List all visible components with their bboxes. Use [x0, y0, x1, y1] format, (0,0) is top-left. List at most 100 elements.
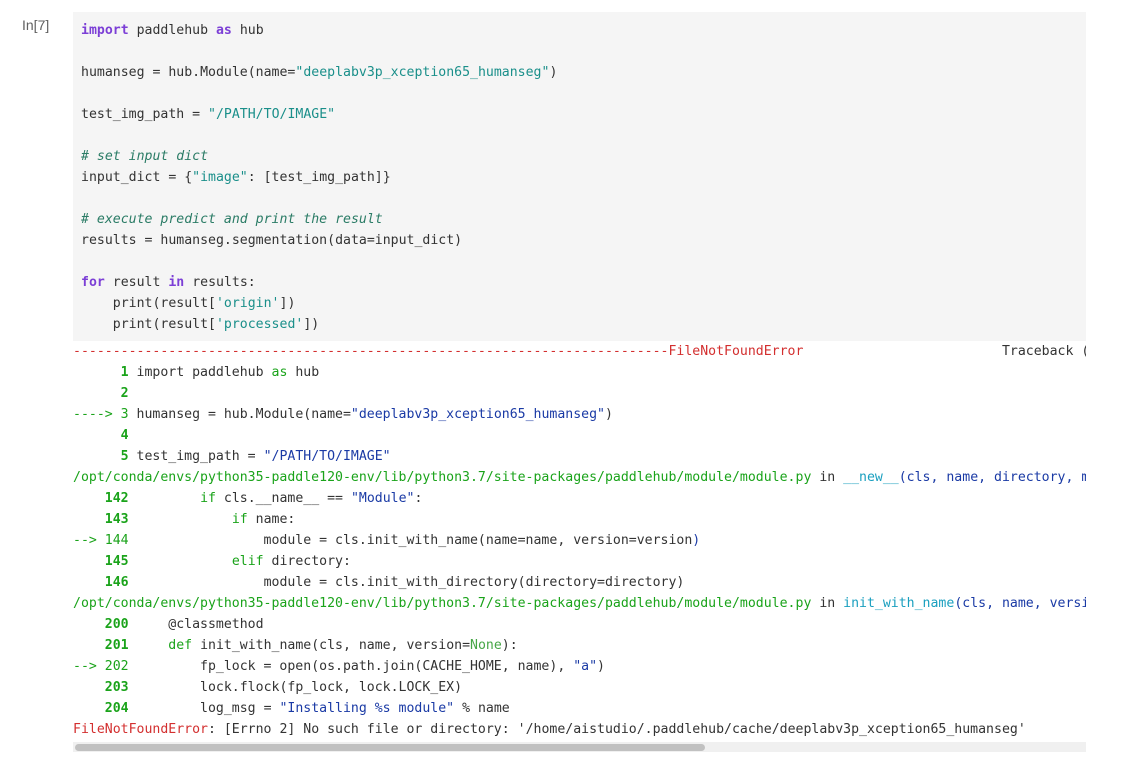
code-token: test_img_path = — [81, 107, 209, 122]
traceback-output: ----------------------------------------… — [73, 341, 1086, 741]
traceback-line: 1 import paddlehub as hub — [73, 362, 1086, 383]
code-token: : [test_img_path]} — [247, 170, 391, 185]
traceback-text: ----------------------------------------… — [73, 341, 1086, 740]
code-token: ]) — [279, 296, 296, 311]
code-line: test_img_path = "/PATH/TO/IMAGE" — [81, 104, 1086, 125]
code-token: 143 — [104, 512, 129, 527]
code-token: /opt/conda/envs/python35-paddle120-env/l… — [73, 596, 812, 611]
code-token: print(result[ — [81, 296, 216, 311]
code-token: : [Errno 2] No such file or directory: '… — [207, 722, 1026, 737]
traceback-line: 142 if cls.__name__ == "Module": — [73, 488, 1086, 509]
traceback-line: 2 — [73, 383, 1086, 404]
code-token: 146 — [104, 575, 129, 590]
code-token: "Installing %s module" — [279, 701, 455, 716]
code-token: def — [168, 638, 193, 653]
code-line: print(result['processed']) — [81, 314, 1086, 335]
code-token: "/PATH/TO/IMAGE" — [263, 449, 391, 464]
traceback-line: /opt/conda/envs/python35-paddle120-env/l… — [73, 467, 1086, 488]
code-cell-input[interactable]: import paddlehub as hub humanseg = hub.M… — [73, 12, 1086, 341]
code-token: "Module" — [350, 491, 415, 506]
code-token: humanseg = hub.Module(name= — [136, 407, 351, 422]
traceback-line: 203 lock.flock(fp_lock, lock.LOCK_EX) — [73, 677, 1086, 698]
code-token: input_dict = { — [81, 170, 193, 185]
code-line: print(result['origin']) — [81, 293, 1086, 314]
code-token: 5 — [120, 449, 129, 464]
code-token: "a" — [573, 659, 598, 674]
code-token: log_msg = — [128, 701, 280, 716]
code-token: init_with_name — [843, 596, 955, 611]
code-token: --> 144 — [73, 533, 129, 548]
code-token: FileNotFoundError — [73, 722, 208, 737]
code-token: humanseg = hub.Module(name= — [81, 65, 296, 80]
code-token: in — [811, 470, 844, 485]
code-token: hub — [287, 365, 320, 380]
code-token: as — [271, 365, 288, 380]
traceback-line: 200 @classmethod — [73, 614, 1086, 635]
traceback-line: 204 log_msg = "Installing %s module" % n… — [73, 698, 1086, 719]
code-token: ----> 3 — [73, 407, 137, 422]
traceback-line: ----------------------------------------… — [73, 341, 1086, 362]
traceback-line: FileNotFoundError: [Errno 2] No such fil… — [73, 719, 1086, 740]
scrollbar-thumb[interactable] — [75, 744, 705, 751]
code-token: 201 — [104, 638, 129, 653]
traceback-line: /opt/conda/envs/python35-paddle120-env/l… — [73, 593, 1086, 614]
code-token: None — [470, 638, 502, 653]
traceback-line: 146 module = cls.init_with_directory(dir… — [73, 572, 1086, 593]
code-token: "deeplabv3p_xception65_humanseg" — [295, 65, 550, 80]
code-token: if — [231, 512, 248, 527]
code-token: % name — [454, 701, 510, 716]
code-token: 145 — [104, 554, 129, 569]
code-token: as — [215, 23, 232, 38]
code-token: import — [81, 23, 129, 38]
code-token: elif — [231, 554, 264, 569]
code-token: /opt/conda/envs/python35-paddle120-env/l… — [73, 470, 812, 485]
code-token: results: — [184, 275, 256, 290]
code-token: 4 — [120, 428, 129, 443]
code-token: for — [81, 275, 105, 290]
code-token: hub — [231, 23, 264, 38]
code-token: 1 — [120, 365, 129, 380]
code-token: init_with_name(cls, name, version= — [192, 638, 471, 653]
code-token: result — [104, 275, 169, 290]
traceback-line: 145 elif directory: — [73, 551, 1086, 572]
code-token: ]) — [303, 317, 320, 332]
code-line: # set input dict — [81, 146, 1086, 167]
code-token: "image" — [192, 170, 248, 185]
code-token: 2 — [120, 386, 129, 401]
code-token: lock.flock(fp_lock, lock.LOCK_EX) — [128, 680, 463, 695]
code-token: "/PATH/TO/IMAGE" — [208, 107, 336, 122]
code-token: test_img_path = — [128, 449, 264, 464]
traceback-line: 143 if name: — [73, 509, 1086, 530]
code-token: ) — [692, 533, 701, 548]
code-token: __new__ — [843, 470, 899, 485]
code-token: results = humanseg.segmentation(data=inp… — [81, 233, 463, 248]
code-token: print(result[ — [81, 317, 216, 332]
code-token: 142 — [104, 491, 129, 506]
code-token: in — [168, 275, 185, 290]
code-token: cls.__name__ == — [215, 491, 351, 506]
code-editor[interactable]: import paddlehub as hub humanseg = hub.M… — [73, 12, 1086, 335]
code-line: humanseg = hub.Module(name="deeplabv3p_x… — [81, 62, 1086, 83]
code-token: 200 — [104, 617, 129, 632]
code-line: input_dict = {"image": [test_img_path]} — [81, 167, 1086, 188]
code-token: in — [811, 596, 844, 611]
code-token: name: — [247, 512, 296, 527]
code-token: 'processed' — [215, 317, 304, 332]
code-token: --> 202 — [73, 659, 129, 674]
code-token: ) — [597, 659, 605, 674]
code-token: # set input dict — [81, 149, 209, 164]
traceback-line: --> 202 fp_lock = open(os.path.join(CACH… — [73, 656, 1086, 677]
